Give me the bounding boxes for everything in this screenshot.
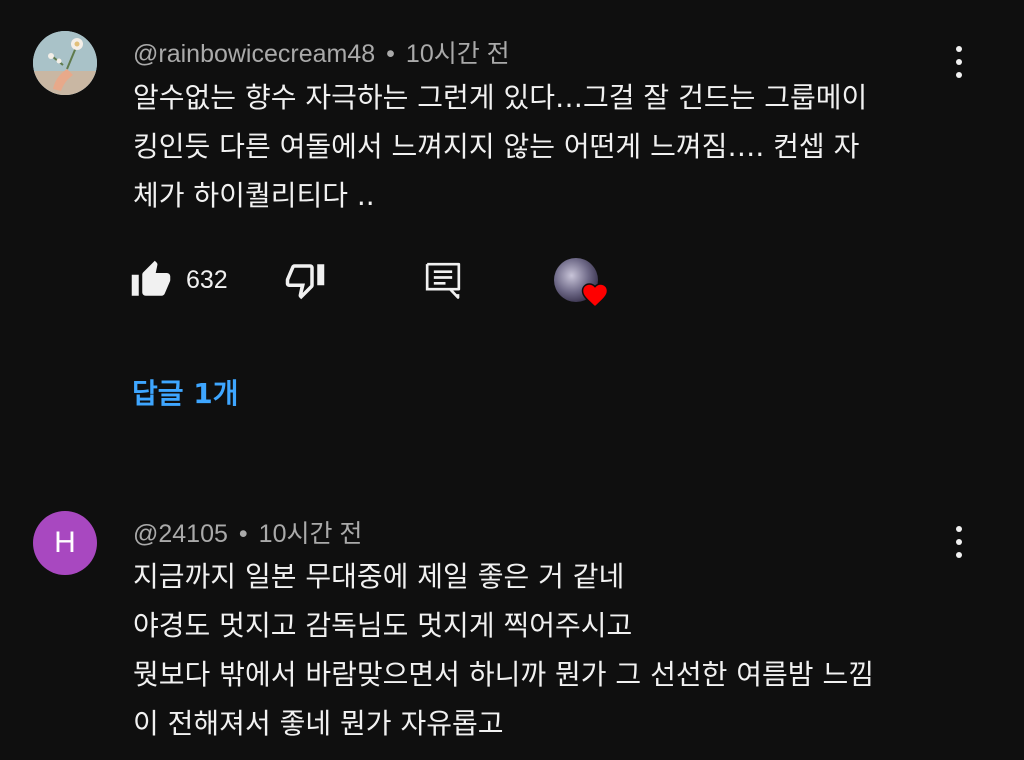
comment-author-handle[interactable]: @24105 (133, 520, 228, 548)
flower-hand-avatar-image (33, 31, 97, 95)
comment-timestamp[interactable]: 10시간 전 (259, 520, 363, 548)
comment-meta: @24105 • 10시간 전 (133, 514, 362, 550)
creator-heart-icon (581, 283, 609, 308)
comment-author-handle[interactable]: @rainbowicecream48 (133, 40, 375, 68)
user-avatar[interactable] (33, 31, 97, 95)
comment-action-bar: 632 (130, 256, 630, 308)
reply-comment-icon (425, 262, 461, 299)
comment-timestamp[interactable]: 10시간 전 (406, 40, 510, 68)
dislike-button[interactable] (284, 256, 326, 304)
comment-meta: @rainbowicecream48 • 10시간 전 (133, 34, 510, 70)
comment-thread: @rainbowicecream48 • 10시간 전 알수없는 향수 자극하는 그… (0, 0, 1024, 470)
thumbs-down-icon (285, 264, 325, 300)
comment-thread: H @24105 • 10시간 전 지금까지 일본 무대중에 제일 좋은 거 같네 … (0, 490, 1024, 760)
separator-dot: • (238, 520, 248, 548)
user-avatar[interactable]: H (33, 511, 97, 575)
reply-button[interactable] (423, 256, 463, 304)
view-replies-button[interactable]: 답글 1개 (132, 372, 239, 412)
comments-section: @rainbowicecream48 • 10시간 전 알수없는 향수 자극하는 그… (0, 0, 1024, 760)
creator-heart-badge[interactable] (554, 258, 614, 308)
comment-text: 지금까지 일본 무대중에 제일 좋은 거 같네 야경도 멋지고 감독님도 멋지게… (133, 560, 874, 740)
separator-dot: • (386, 40, 395, 68)
like-button[interactable] (130, 256, 172, 304)
thumbs-up-filled-icon (131, 260, 171, 296)
comment-text: 알수없는 향수 자극하는 그런게 있다…그걸 잘 건드는 그룹메이 킹인듯 다른… (133, 81, 868, 212)
like-count: 632 (186, 266, 228, 294)
